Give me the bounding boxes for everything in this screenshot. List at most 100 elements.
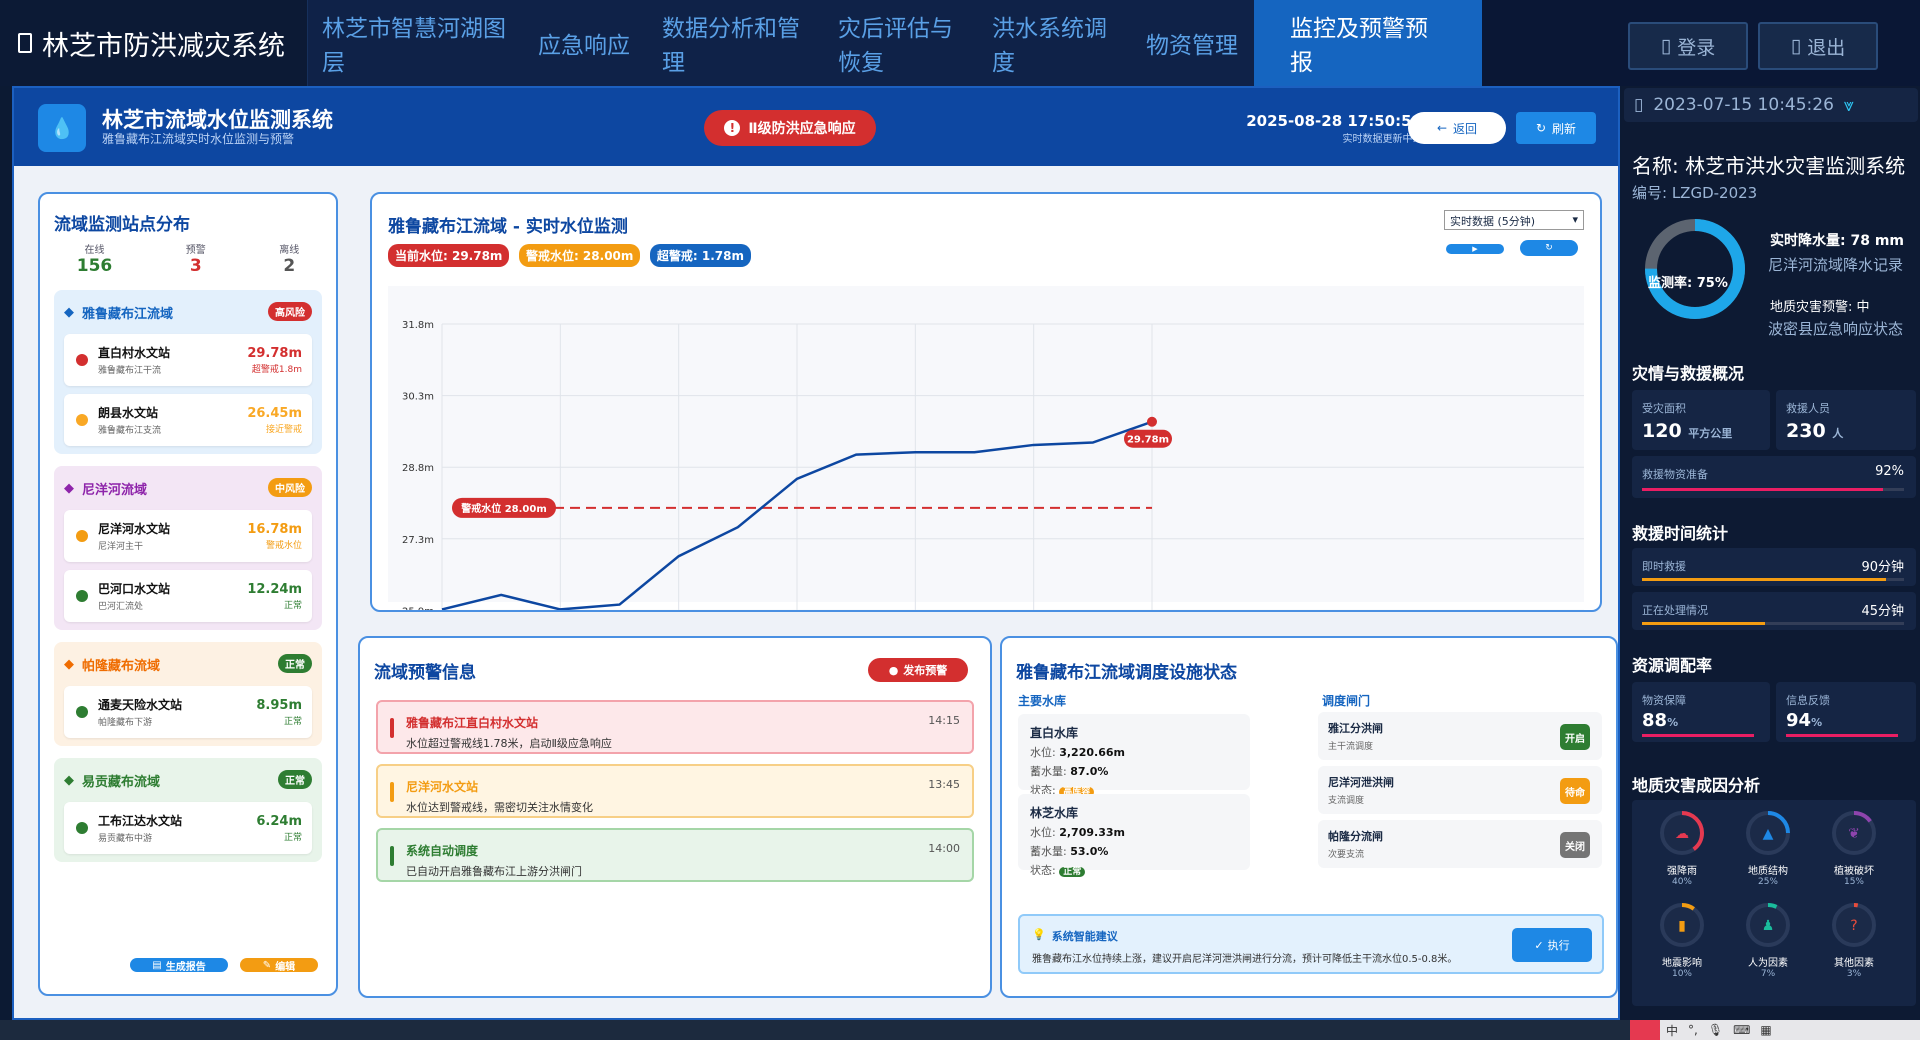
publish-label: 发布预警 xyxy=(903,664,948,677)
question-icon: ? xyxy=(1850,918,1857,934)
warning-level-pill: 警戒水位: 28.00m xyxy=(518,244,641,267)
cause-name: 植被破坏 xyxy=(1834,866,1874,877)
gate-card[interactable]: 雅江分洪闸主干流调度 开启 xyxy=(1318,712,1602,760)
execute-button[interactable]: ✓ 执行 xyxy=(1512,928,1592,962)
gate-sub: 主干流调度 xyxy=(1328,742,1374,752)
gate-name: 雅江分洪闸 xyxy=(1328,722,1383,735)
ime-language-icon[interactable]: 中 xyxy=(1666,1022,1678,1039)
warning-item[interactable]: 雅鲁藏布江直白村水文站 水位超过警戒线1.78米，启动Ⅱ级应急响应 14:15 xyxy=(376,700,974,754)
basin-card: ◆ 雅鲁藏布江流域 高风险 直白村水文站 雅鲁藏布江干流 29.78m 超警戒1.8m 朗县水… xyxy=(54,290,322,454)
station-sub: 巴河汇流处 xyxy=(98,602,144,612)
nav-item-assessment[interactable]: 灾后评估与恢复 xyxy=(824,0,978,86)
datetime-block: 2025-08-28 17:50:58 实时数据更新中... xyxy=(1246,112,1422,145)
vibration-icon: ▮ xyxy=(1678,918,1686,934)
reservoir-level-row: 水位: 3,220.66m xyxy=(1030,744,1238,760)
chevron-down-icon[interactable]: ⩔ xyxy=(1844,95,1854,116)
feedback-unit: % xyxy=(1811,716,1823,729)
logout-button[interactable]: ▯ 退出 xyxy=(1758,22,1878,70)
processing-fill xyxy=(1642,622,1766,625)
water-drop-icon: ◆ xyxy=(64,772,74,788)
guarantee-value: 88% xyxy=(1642,710,1678,731)
reservoir-state-row: 状态: 正常 xyxy=(1030,862,1238,878)
water-drop-icon: ◆ xyxy=(64,656,74,672)
status-dot xyxy=(76,414,88,426)
cause-ring: ♟ xyxy=(1746,903,1790,947)
reservoir-level-row: 水位: 2,709.33m xyxy=(1030,824,1238,840)
update-note: 实时数据更新中... xyxy=(1342,134,1422,145)
warning-list: 雅鲁藏布江直白村水文站 水位超过警戒线1.78米，启动Ⅱ级应急响应 14:15 尼洋河… xyxy=(360,700,990,892)
gate-card[interactable]: 帕隆分流闸 次要支流 关闭 xyxy=(1318,820,1602,868)
back-button[interactable]: ← 返回 xyxy=(1408,112,1506,144)
cause-name: 其他因素 xyxy=(1834,958,1874,969)
chevron-down-icon: ▾ xyxy=(1572,213,1578,226)
station-item[interactable]: 直白村水文站 雅鲁藏布江干流 29.78m 超警戒1.8m xyxy=(64,334,312,386)
nav-item-emergency[interactable]: 应急响应 xyxy=(520,0,648,86)
back-arrow-icon: ← xyxy=(1436,121,1448,135)
area-number: 120 xyxy=(1642,420,1682,442)
nav-item-dispatch[interactable]: 洪水系统调度 xyxy=(978,0,1130,86)
reservoir-card[interactable]: 林芝水库 水位: 2,709.33m 蓄水量: 53.0% 状态: 正常 xyxy=(1018,794,1250,877)
stat-label: 离线 xyxy=(279,245,300,256)
warnings-title: 流域预警信息 xyxy=(374,663,476,683)
station-sub: 易贡藏布中游 xyxy=(98,834,153,844)
alert-icon: ! xyxy=(724,120,741,136)
station-item[interactable]: 巴河口水文站 巴河汇流处 12.24m 正常 xyxy=(64,570,312,622)
rescue-time-title: 救援时间统计 xyxy=(1632,524,1729,543)
chart-refresh-button[interactable]: ↻ xyxy=(1520,240,1578,256)
cause-pct: 25% xyxy=(1757,877,1778,887)
station-item[interactable]: 通麦天险水文站 帕隆藏布下游 8.95m 正常 xyxy=(64,686,312,738)
edit-button[interactable]: ✎ 编辑 xyxy=(240,958,318,973)
nav-item-materials[interactable]: 物资管理 xyxy=(1130,0,1254,86)
cause-item: ☁ 强降雨 40% xyxy=(1652,808,1712,887)
reservoir-status: 正常 xyxy=(1059,867,1086,877)
nav-item-river-map[interactable]: 林芝市智慧河湖图层 xyxy=(308,0,520,86)
cause-card: ☁ 强降雨 40% ▲ 地质结构 25% ❦ 植被破坏 15% ▮ 地震影响 10% ♟ 人为因素 7%? 其… xyxy=(1632,800,1916,1006)
microphone-icon[interactable]: 🎙 xyxy=(1708,1023,1723,1037)
y-tick-label: 25.9m xyxy=(402,606,434,610)
y-tick-label: 28.8m xyxy=(402,463,434,474)
page-subtitle: 雅鲁藏布江流域实时水位监测与预警 xyxy=(102,132,295,146)
station-item[interactable]: 朗县水文站 雅鲁藏布江支流 26.45m 接近警戒 xyxy=(64,394,312,446)
processing-track xyxy=(1642,622,1904,625)
refresh-button[interactable]: ↻ 刷新 xyxy=(1516,112,1596,144)
warning-item[interactable]: 系统自动调度 已自动开启雅鲁藏布江上游分洪闸门 14:00 xyxy=(376,828,974,882)
nav-item-monitoring[interactable]: 监控及预警预报 xyxy=(1254,0,1482,86)
supply-track xyxy=(1642,488,1904,491)
instant-track xyxy=(1642,578,1904,581)
warning-bar xyxy=(390,846,394,866)
station-item[interactable]: 工布江达水文站 易贡藏布中游 6.24m 正常 xyxy=(64,802,312,854)
rain-title: 实时降水量: 78 mm xyxy=(1770,233,1905,249)
keyboard-icon[interactable]: ⌨ xyxy=(1733,1023,1750,1037)
area-value: 120 平方公里 xyxy=(1642,420,1732,442)
warning-item[interactable]: 尼洋河水文站 水位达到警戒线，需密切关注水情变化 13:45 xyxy=(376,764,974,818)
generate-report-button[interactable]: ▤ 生成报告 xyxy=(130,958,228,973)
gate-status[interactable]: 待命 xyxy=(1560,778,1590,804)
level-label: 水位: xyxy=(1030,826,1056,839)
stat-label: 在线 xyxy=(84,245,105,256)
login-icon: ▯ xyxy=(1660,35,1672,57)
water-level-chart-panel: 雅鲁藏布江流域 - 实时水位监测 当前水位: 29.78m 警戒水位: 28.0… xyxy=(370,192,1602,612)
publish-warning-button[interactable]: ● 发布预警 xyxy=(868,658,968,682)
processing-card: 正在处理情况 45分钟 xyxy=(1632,592,1916,630)
basin-card: ◆ 尼洋河流域 中风险 尼洋河水文站 尼洋河主干 16.78m 警戒水位 巴河口水文站 巴河汇流… xyxy=(54,466,322,630)
reservoir-card[interactable]: 直白水库 水位: 3,220.66m 蓄水量: 87.0% 状态: 高库容 xyxy=(1018,714,1250,797)
top-bar: 林芝市防洪减灾系统 林芝市智慧河湖图层 应急响应 数据分析和管理 灾后评估与恢复… xyxy=(0,0,1920,86)
risk-badge: 中风险 xyxy=(268,478,312,497)
gate-card[interactable]: 尼洋河泄洪闸 支流调度 待命 xyxy=(1318,766,1602,814)
gate-status[interactable]: 关闭 xyxy=(1560,832,1590,858)
cause-item: ♟ 人为因素 7% xyxy=(1738,900,1798,979)
login-button[interactable]: ▯ 登录 xyxy=(1628,22,1748,70)
rescue-people-card: 救援人员 230 人 xyxy=(1776,390,1916,450)
data-interval-select[interactable]: 实时数据 (5分钟) ▾ xyxy=(1444,210,1584,230)
play-button[interactable]: ▶ xyxy=(1446,244,1504,254)
water-drop-icon: ◆ xyxy=(64,480,74,496)
punctuation-icon[interactable]: °, xyxy=(1688,1023,1698,1037)
nav-item-data-analysis[interactable]: 数据分析和管理 xyxy=(648,0,824,86)
emergency-alert-button[interactable]: ! Ⅱ级防洪应急响应 xyxy=(704,110,876,146)
apps-icon[interactable]: ▦ xyxy=(1760,1023,1771,1037)
warning-label-text: 警戒水位 28.00m xyxy=(460,502,547,515)
status-dot xyxy=(76,530,88,542)
overview-title: 灾情与救援概况 xyxy=(1632,364,1745,383)
station-item[interactable]: 尼洋河水文站 尼洋河主干 16.78m 警戒水位 xyxy=(64,510,312,562)
gate-status[interactable]: 开启 xyxy=(1560,724,1590,750)
